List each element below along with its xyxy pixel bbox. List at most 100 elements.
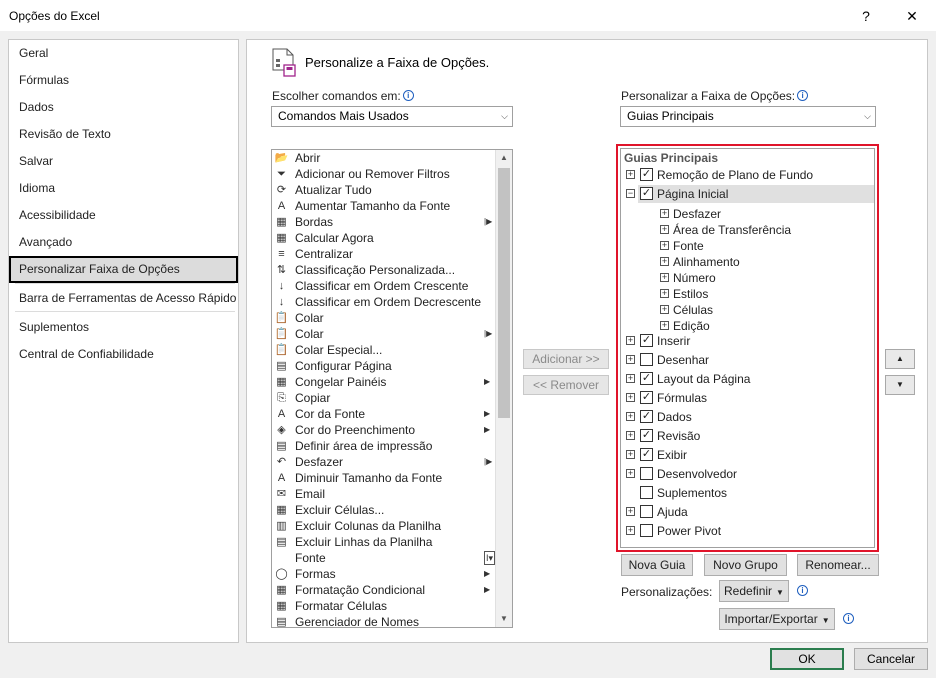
ribbon-tree[interactable]: Guias Principais + ✓ Remoção de Plano de F… [620, 148, 875, 548]
command-item[interactable]: ▦ Formatação Condicional ▶ [272, 582, 496, 598]
expand-icon[interactable]: + [626, 393, 635, 402]
expand-icon[interactable]: + [660, 241, 669, 250]
command-item[interactable]: 📋 Colar Especial... [272, 342, 496, 358]
command-item[interactable]: ▤ Gerenciador de Nomes [272, 614, 496, 627]
add-button[interactable]: Adicionar >> [523, 349, 609, 369]
ribbon-tree-item[interactable]: + Power Pivot [621, 522, 874, 540]
tab-checkbox[interactable] [640, 505, 653, 518]
expand-icon[interactable]: + [626, 507, 635, 516]
command-item[interactable]: ▦ Calcular Agora [272, 230, 496, 246]
ribbon-tree-item[interactable]: + ✓ Revisão [621, 427, 874, 445]
ribbon-tree-item[interactable]: + ✓ Exibir [621, 446, 874, 464]
expand-icon[interactable]: + [626, 431, 635, 440]
expand-icon[interactable]: + [626, 412, 635, 421]
command-item[interactable]: ↓ Classificar em Ordem Crescente [272, 278, 496, 294]
command-item[interactable]: 📋 Colar |▶ [272, 326, 496, 342]
info-icon[interactable]: i [402, 90, 414, 101]
command-item[interactable]: ≡ Centralizar [272, 246, 496, 262]
close-button[interactable]: ✕ [889, 0, 935, 32]
command-item[interactable]: ▤ Configurar Página [272, 358, 496, 374]
nav-item[interactable]: Acessibilidade [9, 202, 238, 229]
scroll-down-icon[interactable]: ▼ [496, 611, 512, 627]
expand-icon[interactable]: + [626, 450, 635, 459]
expand-icon[interactable]: + [660, 289, 669, 298]
command-item[interactable]: ▥ Excluir Colunas da Planilha [272, 518, 496, 534]
command-item[interactable]: ▦ Congelar Painéis ▶ [272, 374, 496, 390]
tab-checkbox[interactable]: ✓ [640, 372, 653, 385]
ribbon-tree-item[interactable]: + ✓ Fórmulas [621, 389, 874, 407]
command-item[interactable]: ▤ Excluir Linhas da Planilha [272, 534, 496, 550]
command-item[interactable]: ◯ Formas ▶ [272, 566, 496, 582]
new-tab-button[interactable]: Nova Guia [621, 554, 693, 576]
info-icon[interactable]: i [843, 613, 854, 624]
command-item[interactable]: ▦ Bordas |▶ [272, 214, 496, 230]
command-item[interactable]: 📂 Abrir [272, 150, 496, 166]
ribbon-tree-item[interactable]: + ✓ Inserir [621, 332, 874, 350]
nav-item[interactable]: Suplementos [9, 314, 238, 341]
cancel-button[interactable]: Cancelar [854, 648, 928, 670]
command-item[interactable]: ▦ Excluir Células... [272, 502, 496, 518]
command-item[interactable]: ◈ Cor do Preenchimento ▶ [272, 422, 496, 438]
ribbon-tree-item[interactable]: + Desenhar [621, 351, 874, 369]
info-icon[interactable]: i [797, 585, 808, 596]
expand-icon[interactable]: + [626, 469, 635, 478]
tab-checkbox[interactable] [640, 524, 653, 537]
command-item[interactable]: ▤ Definir área de impressão [272, 438, 496, 454]
expand-icon[interactable]: + [660, 273, 669, 282]
nav-item[interactable]: Salvar [9, 148, 238, 175]
command-item[interactable]: A Diminuir Tamanho da Fonte [272, 470, 496, 486]
tab-checkbox[interactable]: ✓ [640, 334, 653, 347]
nav-item[interactable]: Avançado [9, 229, 238, 256]
nav-item[interactable]: Central de Confiabilidade [9, 341, 238, 368]
commands-list[interactable]: 📂 Abrir ⏷ Adicionar ou Remover Filtros ⟳ Atua… [271, 149, 513, 628]
command-item[interactable]: ⏷ Adicionar ou Remover Filtros [272, 166, 496, 182]
command-item[interactable]: ⟳ Atualizar Tudo [272, 182, 496, 198]
command-item[interactable]: ↓ Classificar em Ordem Decrescente [272, 294, 496, 310]
nav-item[interactable]: Barra de Ferramentas de Acesso Rápido [9, 285, 238, 312]
nav-item[interactable]: Dados [9, 94, 238, 121]
ribbon-tree-item[interactable]: + ✓ Layout da Página [621, 370, 874, 388]
command-item[interactable]: A Cor da Fonte ▶ [272, 406, 496, 422]
commands-scrollbar[interactable]: ▲ ▼ [495, 150, 512, 627]
command-item[interactable]: ▦ Formatar Células [272, 598, 496, 614]
ribbon-tree-item[interactable]: + Ajuda [621, 503, 874, 521]
nav-item[interactable]: Personalizar Faixa de Opções [9, 256, 238, 283]
move-up-button[interactable]: ▲ [885, 349, 915, 369]
customize-ribbon-select[interactable]: Guias Principais ⌵ [620, 106, 876, 127]
command-item[interactable]: A Aumentar Tamanho da Fonte [272, 198, 496, 214]
command-item[interactable]: ↶ Desfazer |▶ [272, 454, 496, 470]
ribbon-tree-item[interactable]: + Desenvolvedor [621, 465, 874, 483]
tab-checkbox[interactable]: ✓ [640, 410, 653, 423]
collapse-icon[interactable]: − [626, 189, 635, 198]
tab-checkbox[interactable] [640, 353, 653, 366]
rename-button[interactable]: Renomear... [797, 554, 879, 576]
command-item[interactable]: ✉ Email [272, 486, 496, 502]
expand-icon[interactable]: + [660, 209, 669, 218]
tab-checkbox[interactable]: ✓ [640, 391, 653, 404]
tab-checkbox[interactable]: ✓ [640, 187, 653, 200]
move-down-button[interactable]: ▼ [885, 375, 915, 395]
ribbon-tree-item[interactable]: + ✓ Remoção de Plano de Fundo [621, 166, 874, 184]
choose-commands-select[interactable]: Comandos Mais Usados ⌵ [271, 106, 513, 127]
import-export-dropdown[interactable]: Importar/Exportar ▼ [719, 608, 835, 630]
expand-icon[interactable]: + [660, 305, 669, 314]
nav-item[interactable]: Geral [9, 40, 238, 67]
command-item[interactable]: Fonte I▾ [272, 550, 496, 566]
ribbon-tree-item[interactable]: Suplementos [621, 484, 874, 502]
reset-dropdown[interactable]: Redefinir ▼ [719, 580, 789, 602]
expand-icon[interactable]: + [660, 321, 669, 330]
tab-checkbox[interactable]: ✓ [640, 168, 653, 181]
help-button[interactable]: ? [843, 0, 889, 32]
nav-item[interactable]: Idioma [9, 175, 238, 202]
expand-icon[interactable]: + [626, 355, 635, 364]
ribbon-tree-item[interactable]: − ✓ Página Inicial [626, 185, 874, 203]
expand-icon[interactable]: + [660, 257, 669, 266]
expand-icon[interactable]: + [626, 526, 635, 535]
command-item[interactable]: ⇅ Classificação Personalizada... [272, 262, 496, 278]
scroll-thumb[interactable] [498, 168, 510, 418]
expand-icon[interactable]: + [626, 374, 635, 383]
tab-checkbox[interactable]: ✓ [640, 448, 653, 461]
expand-icon[interactable]: + [626, 336, 635, 345]
expand-icon[interactable]: + [660, 225, 669, 234]
scroll-up-icon[interactable]: ▲ [496, 150, 512, 166]
